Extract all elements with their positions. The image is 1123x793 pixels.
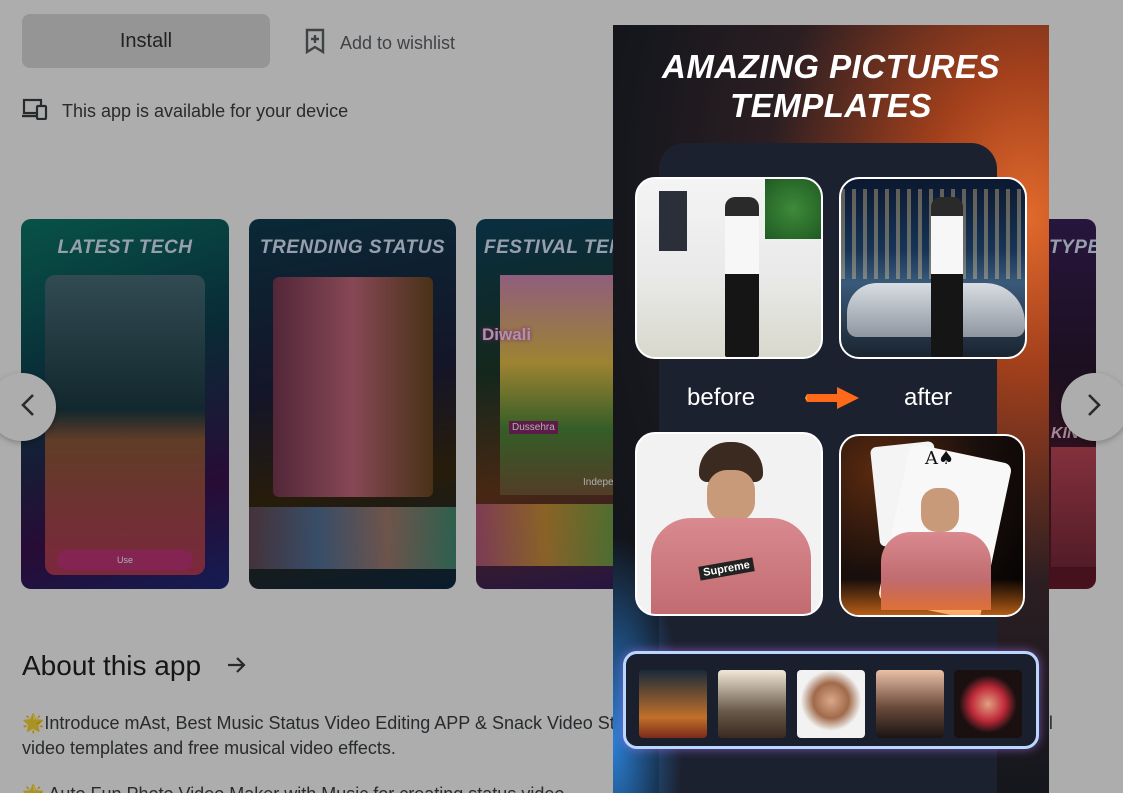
template-thumb-2[interactable] [718,670,786,738]
before-photo-2: Supreme [635,432,823,616]
after-photo-1 [839,177,1027,359]
after-label: after [904,384,953,411]
after-photo-2: A♠ [839,434,1025,617]
template-thumb-1[interactable] [639,670,707,738]
template-strip [623,651,1039,749]
template-thumb-5[interactable] [954,670,1022,738]
screenshot-viewer: AMAZING PICTURES TEMPLATES before after … [613,25,1049,793]
flame-glow [841,579,1023,615]
face-shape [921,488,959,532]
person-shape [931,197,963,357]
template-thumb-4[interactable] [876,670,944,738]
plant-shape [765,179,821,239]
before-label: before [687,384,756,411]
before-photo-1 [635,177,823,359]
card-ace-symbol: A♠ [925,448,955,469]
before-after-row: before after [613,381,1049,415]
fire-arrow-icon [805,385,861,418]
viewer-title-line2: TEMPLATES [730,87,932,124]
window-shape [659,191,687,251]
viewer-title-line1: AMAZING PICTURES [662,48,1000,85]
face-shape [707,470,755,522]
viewer-title: AMAZING PICTURES TEMPLATES [613,47,1049,125]
template-thumb-3[interactable] [797,670,865,738]
person-shape [725,197,759,357]
